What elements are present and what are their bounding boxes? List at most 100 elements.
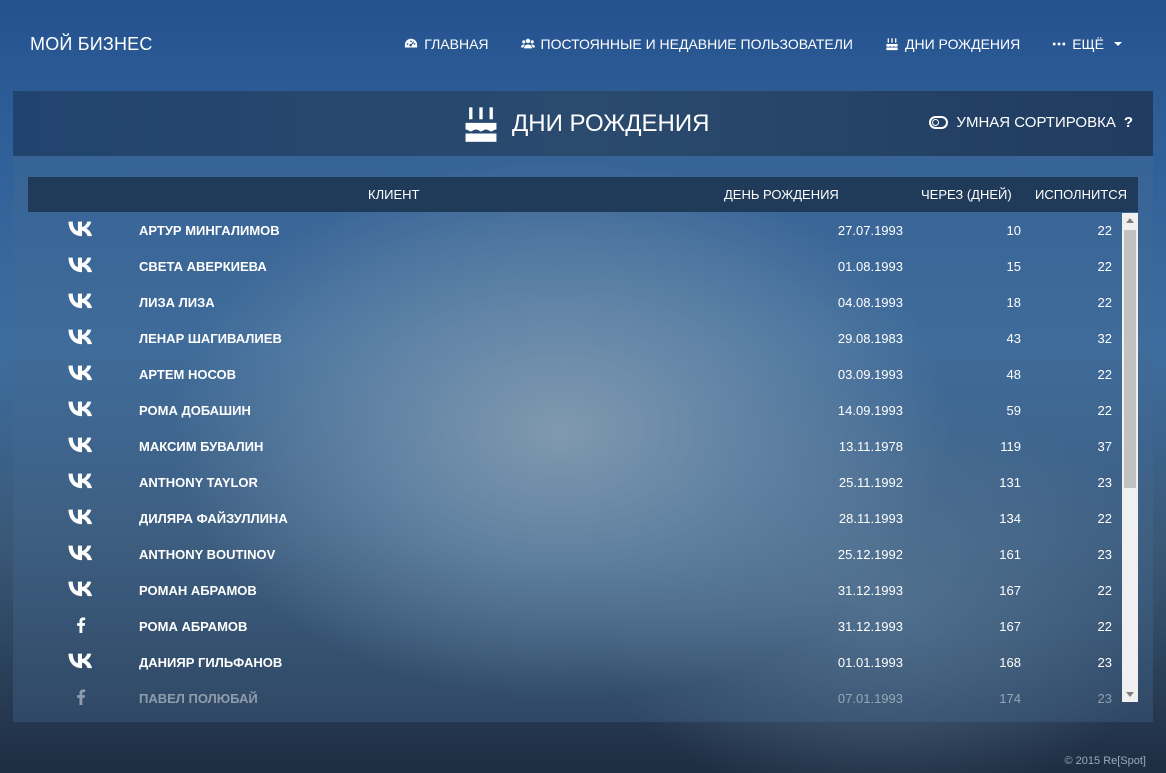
vk-icon[interactable] [68,329,94,347]
table-row[interactable]: РОМА ДОБАШИН 14.09.1993 59 22 [28,392,1122,428]
days-until: 168 [999,655,1021,670]
days-until: 15 [1006,259,1021,274]
birthday-date: 28.11.1993 [838,511,903,526]
smart-sort-label: УМНАЯ СОРТИРОВКА [956,114,1116,131]
birthday-date: 31.12.1993 [837,583,903,598]
nav-item-users[interactable]: ПОСТОЯННЫЕ И НЕДАВНИЕ ПОЛЬЗОВАТЕЛИ [520,36,853,52]
birthday-cake-icon [886,38,898,51]
table-row[interactable]: ПАВЕЛ ПОЛЮБАЙ 07.01.1993 174 23 [28,680,1122,716]
client-name: АРТУР МИНГАЛИМОВ [139,223,280,238]
table-row[interactable]: ANTHONY TAYLOR 25.11.1992 131 23 [28,464,1122,500]
turning-age: 22 [1097,403,1112,418]
turning-age: 22 [1097,619,1112,634]
scroll-up-arrow-icon[interactable] [1126,218,1134,223]
table-scrollbar[interactable] [1122,213,1138,702]
table-row[interactable]: ЛЕНАР ШАГИВАЛИЕВ 29.08.1983 43 32 [28,320,1122,356]
client-name: СВЕТА АВЕРКИЕВА [139,259,267,274]
nav-item-birthdays[interactable]: ДНИ РОЖДЕНИЯ [885,36,1020,52]
days-until: 167 [999,619,1021,634]
nav-label: ПОСТОЯННЫЕ И НЕДАВНИЕ ПОЛЬЗОВАТЕЛИ [540,36,853,52]
help-icon[interactable]: ? [1124,114,1133,131]
smart-sort-toggle[interactable]: УМНАЯ СОРТИРОВКА ? [929,114,1133,131]
client-name: РОМА АБРАМОВ [139,619,248,634]
main-nav: ГЛАВНАЯ ПОСТОЯННЫЕ И НЕДАВНИЕ ПОЛЬЗОВАТЕ… [404,36,1122,52]
column-header-birthday[interactable]: ДЕНЬ РОЖДЕНИЯ [724,187,839,202]
turning-age: 22 [1097,583,1112,598]
days-until: 134 [999,511,1021,526]
days-until: 59 [1006,403,1021,418]
table-row[interactable]: ANTHONY BOUTINOV 25.12.1992 161 23 [28,536,1122,572]
nav-label: ДНИ РОЖДЕНИЯ [905,36,1021,52]
vk-icon[interactable] [68,221,94,239]
birthday-cake-icon [465,107,497,142]
vk-icon[interactable] [68,257,94,275]
nav-label: ЕЩЁ [1072,36,1104,52]
turning-age: 22 [1097,511,1112,526]
page-title-text: ДНИ РОЖДЕНИЯ [512,110,710,137]
table-row[interactable]: РОМАН АБРАМОВ 31.12.1993 167 22 [28,572,1122,608]
birthday-date: 01.08.1993 [837,259,903,274]
days-until: 131 [999,475,1021,490]
vk-icon[interactable] [68,437,94,455]
birthday-date: 03.09.1993 [837,367,903,382]
client-name: ЛЕНАР ШАГИВАЛИЕВ [139,331,282,346]
turning-age: 23 [1097,691,1112,706]
vk-icon[interactable] [68,545,94,563]
top-navbar: МОЙ БИЗНЕС ГЛАВНАЯ ПОСТОЯННЫЕ И НЕДАВНИЕ… [0,0,1166,90]
table-row[interactable]: АРТЕМ НОСОВ 03.09.1993 48 22 [28,356,1122,392]
birthday-date: 25.12.1992 [837,547,903,562]
client-name: РОМА ДОБАШИН [139,403,251,418]
table-row[interactable]: АРТУР МИНГАЛИМОВ 27.07.1993 10 22 [28,212,1122,248]
column-header-in-days[interactable]: ЧЕРЕЗ (ДНЕЙ) [921,187,1012,202]
days-until: 48 [1006,367,1021,382]
vk-icon[interactable] [68,653,94,671]
birthdays-table-body: АРТУР МИНГАЛИМОВ 27.07.1993 10 22 СВЕТА … [28,212,1122,721]
facebook-icon[interactable] [68,689,94,707]
column-header-turns[interactable]: ИСПОЛНИТСЯ [1035,187,1127,202]
nav-item-more-dropdown[interactable]: ЕЩЁ [1052,36,1122,52]
turning-age: 22 [1097,367,1112,382]
table-header: КЛИЕНТ ДЕНЬ РОЖДЕНИЯ ЧЕРЕЗ (ДНЕЙ) ИСПОЛН… [28,177,1138,212]
client-name: ДИЛЯРА ФАЙЗУЛЛИНА [139,511,288,526]
dashboard-icon [405,38,418,48]
days-until: 167 [999,583,1021,598]
column-header-client[interactable]: КЛИЕНТ [368,187,419,202]
footer-copyright: © 2015 Re[Spot] [1064,755,1147,767]
table-row[interactable]: ДАНИЯР ГИЛЬФАНОВ 01.01.1993 168 23 [28,644,1122,680]
vk-icon[interactable] [68,581,94,599]
turning-age: 23 [1097,547,1112,562]
vk-icon[interactable] [68,365,94,383]
brand-logo[interactable]: МОЙ БИЗНЕС [30,34,153,55]
turning-age: 22 [1097,223,1112,238]
turning-age: 23 [1097,655,1112,670]
turning-age: 32 [1097,331,1112,346]
nav-item-home[interactable]: ГЛАВНАЯ [404,36,489,52]
table-row[interactable]: МАКСИМ БУВАЛИН 13.11.1978 119 37 [28,428,1122,464]
table-row[interactable]: СВЕТА АВЕРКИЕВА 01.08.1993 15 22 [28,248,1122,284]
vk-icon[interactable] [68,509,94,527]
panel-header: ДНИ РОЖДЕНИЯ УМНАЯ СОРТИРОВКА ? [13,91,1153,156]
client-name: ПАВЕЛ ПОЛЮБАЙ [139,691,258,706]
table-row[interactable]: РОМА АБРАМОВ 31.12.1993 167 22 [28,608,1122,644]
birthday-date: 04.08.1993 [837,295,903,310]
nav-label: ГЛАВНАЯ [424,36,489,52]
scroll-down-arrow-icon[interactable] [1126,692,1134,697]
birthday-date: 07.01.1993 [837,691,903,706]
table-row[interactable]: ЛИЗА ЛИЗА 04.08.1993 18 22 [28,284,1122,320]
scrollbar-thumb[interactable] [1124,230,1136,488]
birthday-date: 01.01.1993 [837,655,903,670]
birthday-date: 29.08.1983 [837,331,903,346]
table-row[interactable]: ДИЛЯРА ФАЙЗУЛЛИНА 28.11.1993 134 22 [28,500,1122,536]
ellipsis-icon [1053,42,1066,46]
vk-icon[interactable] [68,401,94,419]
birthday-date: 13.11.1978 [838,439,903,454]
days-until: 119 [1000,439,1021,454]
vk-icon[interactable] [68,473,94,491]
vk-icon[interactable] [68,293,94,311]
users-icon [520,38,535,49]
birthdays-panel: ДНИ РОЖДЕНИЯ УМНАЯ СОРТИРОВКА ? КЛИЕНТ Д… [13,91,1153,722]
turning-age: 22 [1097,259,1112,274]
facebook-icon[interactable] [68,617,94,635]
toggle-icon [929,116,949,129]
turning-age: 37 [1097,439,1112,454]
